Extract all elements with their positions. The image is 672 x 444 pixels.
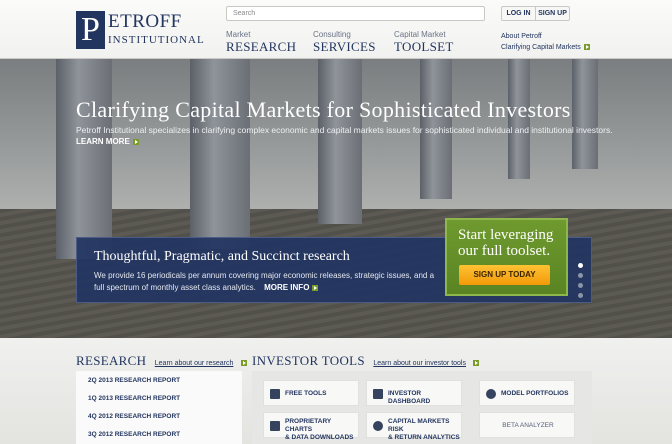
investor-tools-heading: INVESTOR TOOLS: [252, 353, 365, 368]
tool-label: FREE TOOLS: [285, 390, 327, 397]
hero-pillar: [56, 59, 112, 259]
nav-services[interactable]: Consulting SERVICES: [313, 30, 376, 54]
hero-pillar: [318, 59, 362, 224]
hero-pillar: [190, 59, 250, 249]
investor-tools-grid: FREE TOOLS INVESTOR DASHBOARD MODEL PORT…: [252, 371, 592, 444]
cta-title-line2: our full toolset.: [458, 243, 551, 259]
nav-services-label: SERVICES: [313, 39, 376, 54]
auth-buttons: LOG IN SIGN UP: [501, 6, 570, 21]
more-info-link[interactable]: MORE INFO: [264, 283, 319, 292]
header-side-links: About Petroff Clarifying Capital Markets: [501, 31, 590, 53]
arrow-right-icon: [473, 360, 480, 366]
petroff-logo[interactable]: P ETROFF INSTITUTIONAL: [76, 11, 204, 49]
tool-label-line1: CAPITAL MARKETS RISK: [388, 418, 450, 433]
search-input[interactable]: Search: [226, 6, 485, 21]
slide-dot[interactable]: [578, 273, 583, 278]
research-report-item[interactable]: 4Q 2012 RESEARCH REPORT: [76, 409, 242, 425]
research-report-item[interactable]: 3Q 2012 RESEARCH REPORT: [76, 427, 242, 443]
login-button[interactable]: LOG IN: [502, 7, 535, 20]
database-icon: [486, 389, 496, 399]
slide-dot[interactable]: [578, 263, 583, 268]
content-sections: RESEARCH Learn about our research 2Q 201…: [0, 338, 672, 444]
arrow-right-icon: [240, 360, 247, 366]
research-report-item[interactable]: 2Q 2013 RESEARCH REPORT: [76, 373, 242, 389]
learn-more-link[interactable]: LEARN MORE: [76, 137, 139, 146]
arrow-right-icon: [132, 139, 139, 145]
hero-title: Clarifying Capital Markets for Sophistic…: [76, 97, 571, 122]
tool-label-line2: & DATA DOWNLOADS: [285, 434, 354, 441]
research-section-header: RESEARCH Learn about our research: [76, 352, 247, 370]
hero-subtitle: Petroff Institutional specializes in cla…: [76, 125, 613, 135]
logo-letter: P: [76, 11, 105, 49]
tool-label: CAPITAL MARKETS RISK & RETURN ANALYTICS: [388, 418, 461, 442]
arrow-right-icon: [312, 285, 319, 291]
tools-icon: [270, 389, 280, 399]
tool-label: BETA ANALYZER: [502, 422, 554, 429]
logo-word-petroff: ETROFF: [108, 11, 182, 32]
logo-word-institutional: INSTITUTIONAL: [108, 34, 205, 46]
more-info-label: MORE INFO: [264, 283, 310, 292]
dashboard-icon: [373, 389, 383, 399]
pie-chart-icon: [373, 421, 383, 431]
slide-dot[interactable]: [578, 293, 583, 298]
hero-banner: Clarifying Capital Markets for Sophistic…: [0, 59, 672, 338]
investor-dashboard-button[interactable]: INVESTOR DASHBOARD: [366, 380, 462, 406]
about-petroff-label: About Petroff: [501, 33, 542, 40]
beta-analyzer-button[interactable]: BETA ANALYZER: [479, 412, 575, 438]
signup-cta-box: Start leveraging our full toolset. SIGN …: [445, 218, 568, 296]
tool-label: PROPRIETARY CHARTS & DATA DOWNLOADS: [285, 418, 358, 442]
about-petroff-link[interactable]: About Petroff: [501, 31, 590, 42]
site-header: P ETROFF INSTITUTIONAL Search LOG IN SIG…: [0, 0, 672, 59]
nav-research-label: RESEARCH: [226, 39, 297, 54]
nav-research[interactable]: Market RESEARCH: [226, 30, 296, 54]
panel-title: Thoughtful, Pragmatic, and Succinct rese…: [94, 249, 350, 264]
risk-return-analytics-button[interactable]: CAPITAL MARKETS RISK & RETURN ANALYTICS: [366, 412, 462, 441]
free-tools-button[interactable]: FREE TOOLS: [263, 380, 359, 406]
chart-icon: [270, 421, 280, 431]
clarifying-capital-markets-label: Clarifying Capital Markets: [501, 44, 581, 51]
slide-indicators: [578, 263, 583, 303]
tool-label-line2: & RETURN ANALYTICS: [388, 434, 460, 441]
sign-up-today-button[interactable]: SIGN UP TODAY: [459, 265, 550, 285]
clarifying-capital-markets-link[interactable]: Clarifying Capital Markets: [501, 42, 590, 53]
cta-title: Start leveraging our full toolset.: [458, 227, 553, 259]
model-portfolios-button[interactable]: MODEL PORTFOLIOS: [479, 380, 575, 406]
arrow-right-icon: [583, 44, 590, 50]
hero-pillar: [572, 59, 598, 169]
tool-label: MODEL PORTFOLIOS: [501, 390, 569, 397]
panel-text: We provide 16 periodicals per annum cove…: [94, 270, 439, 294]
nav-toolset-label: TOOLSET: [394, 39, 454, 54]
slide-dot[interactable]: [578, 283, 583, 288]
learn-about-tools-link[interactable]: Learn about our investor tools: [373, 360, 466, 367]
proprietary-charts-button[interactable]: PROPRIETARY CHARTS & DATA DOWNLOADS: [263, 412, 359, 441]
research-report-item[interactable]: 1Q 2013 RESEARCH REPORT: [76, 391, 242, 407]
cta-title-line1: Start leveraging: [458, 227, 554, 243]
tool-label: INVESTOR DASHBOARD: [388, 390, 431, 405]
research-heading: RESEARCH: [76, 353, 147, 368]
nav-toolset[interactable]: Capital Market TOOLSET: [394, 30, 454, 54]
learn-about-research-link[interactable]: Learn about our research: [155, 360, 234, 367]
signup-button[interactable]: SIGN UP: [536, 7, 569, 20]
learn-more-label: LEARN MORE: [76, 137, 130, 146]
investor-tools-section-header: INVESTOR TOOLS Learn about our investor …: [252, 352, 480, 370]
research-report-list: 2Q 2013 RESEARCH REPORT 1Q 2013 RESEARCH…: [76, 371, 242, 444]
tool-label-line1: PROPRIETARY CHARTS: [285, 418, 332, 433]
